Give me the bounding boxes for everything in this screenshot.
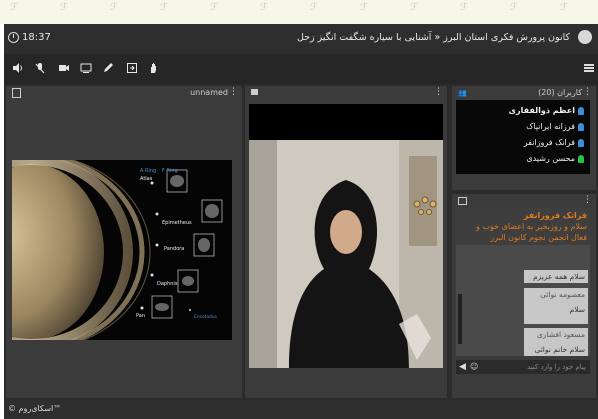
menu-icon[interactable] xyxy=(584,64,594,72)
room-title: کانون پرورش فکری استان البرز « آشنایی با… xyxy=(296,32,570,43)
toolbar xyxy=(4,54,598,84)
users-header: 👥 کاربران (20) ⋮ xyxy=(452,86,596,100)
users-list: اعظم ذوالفقاری فرزانه ایرانپاک فرانک فرو… xyxy=(456,100,590,174)
watermark-strip: ℱℱℱℱℱℱℱℱℱℱℱℱ xyxy=(0,0,598,24)
skyroom-app: 18:37 کانون پرورش فکری استان البرز « آشن… xyxy=(4,24,598,419)
announcement-text: سلام و روزبخیر به اعضای خوب و فعال انجمن… xyxy=(476,222,587,242)
chat-input[interactable]: ◀ ☺ پیام خود را وارد کنید xyxy=(456,360,590,374)
chat-announcement: فرانک فروزانفر سلام و روزبخیر به اعضای خ… xyxy=(456,208,590,245)
moon-label-pandora: Pandora xyxy=(164,246,184,252)
moon-label-epimetheus: Epimetheus xyxy=(162,220,192,226)
chat-message: معصومه نوائی سلام xyxy=(524,288,588,324)
emoji-icon[interactable]: ☺ xyxy=(470,362,478,371)
camera-icon[interactable] xyxy=(58,62,70,74)
user-person-icon xyxy=(578,138,584,147)
chat-input-placeholder: پیام خود را وارد کنید xyxy=(527,363,586,371)
chat-options-icon[interactable]: ⋮ xyxy=(583,195,592,205)
clock-icon xyxy=(8,32,19,43)
chat-scrollbar[interactable] xyxy=(458,294,462,344)
user-person-icon xyxy=(578,154,584,163)
saturn-planet xyxy=(12,164,104,340)
user-item[interactable]: اعظم ذوالفقاری xyxy=(509,106,584,115)
presentation-header: unnamed ⋮ xyxy=(6,86,242,100)
brand-footer: © اسکای‌روم™ xyxy=(8,404,62,413)
chat-messages: فرانک فروزانفر سلام و روزبخیر به اعضای خ… xyxy=(456,208,590,356)
document-icon xyxy=(12,88,21,98)
announcement-sender: فرانک فروزانفر xyxy=(523,211,587,220)
users-icon: 👥 xyxy=(458,89,467,97)
chat-header: ⋮ xyxy=(452,194,596,208)
pen-icon[interactable] xyxy=(102,62,114,74)
user-item[interactable]: فرزانه ایرانپاک xyxy=(526,122,584,131)
clock-text: 18:37 xyxy=(22,32,51,43)
screen-share-icon[interactable] xyxy=(80,62,92,74)
more-options-icon[interactable]: ⋮ xyxy=(229,87,238,97)
title-bar: 18:37 کانون پرورش فکری استان البرز « آشن… xyxy=(4,24,598,54)
speaker-icon[interactable] xyxy=(12,62,24,74)
raise-hand-icon[interactable] xyxy=(148,62,160,74)
webcam-options-icon[interactable]: ⋮ xyxy=(434,87,443,97)
mic-muted-icon[interactable] xyxy=(34,62,46,74)
moon-label-enceladus: Enceladus xyxy=(194,314,218,320)
user-item[interactable]: محسن رشیدی xyxy=(526,154,584,163)
exit-icon[interactable] xyxy=(126,62,138,74)
presentation-tab-name: unnamed xyxy=(190,88,228,97)
chat-icon xyxy=(458,197,467,205)
chat-message: مسعود افشاری سلام خانم نوائی xyxy=(524,328,588,356)
camera-small-icon xyxy=(251,89,258,95)
ring-label-a: A Ring xyxy=(140,168,156,174)
saturn-slide: A Ring F Ring Atlas Epimetheus Pandora D… xyxy=(12,160,232,340)
webcam-panel: ⋮ xyxy=(245,86,447,398)
status-bar: © اسکای‌روم™ xyxy=(4,400,598,419)
ring-label-f: F Ring xyxy=(162,168,178,174)
moon-label-atlas: Atlas xyxy=(140,176,153,182)
clock: 18:37 xyxy=(8,32,51,43)
users-count: کاربران (20) xyxy=(538,88,582,97)
user-avatar-icon[interactable] xyxy=(578,30,592,44)
chat-message: سلام همه عزیزم xyxy=(524,270,588,283)
person-face xyxy=(330,210,362,254)
moon-label-daphnis: Daphnis xyxy=(157,281,178,287)
moon-label-pan: Pan xyxy=(136,313,145,319)
users-panel: 👥 کاربران (20) ⋮ اعظم ذوالفقاری فرزانه ا… xyxy=(452,86,596,190)
chat-panel: ⋮ فرانک فروزانفر سلام و روزبخیر به اعضای… xyxy=(452,194,596,398)
presentation-panel: unnamed ⋮ A Ring F Ring Atlas Epimetheus… xyxy=(6,86,242,398)
users-options-icon[interactable]: ⋮ xyxy=(583,87,592,97)
send-icon[interactable]: ◀ xyxy=(459,362,466,372)
webcam-header: ⋮ xyxy=(245,86,447,100)
webcam-video xyxy=(249,104,443,368)
user-item[interactable]: فرانک فروزانفر xyxy=(524,138,584,147)
user-person-icon xyxy=(578,122,584,131)
user-person-icon xyxy=(578,106,584,115)
